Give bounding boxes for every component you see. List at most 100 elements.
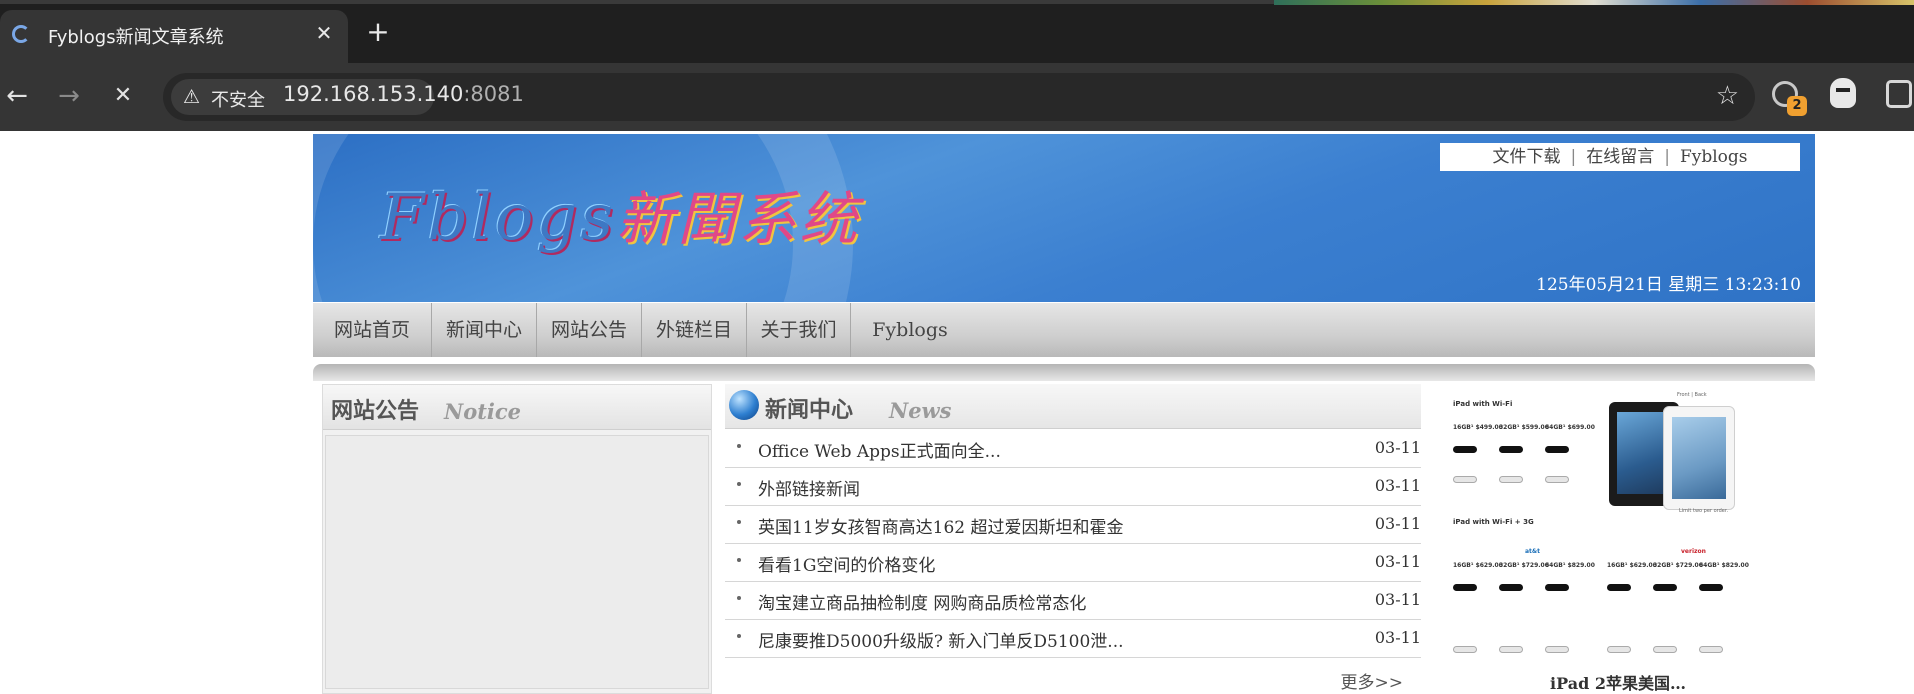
- ad-price: 32GB¹ $729.00: [1499, 562, 1549, 569]
- ad-select-button: [1653, 584, 1677, 591]
- news-item[interactable]: 尼康要推D5000升级版? 新入门单反D5100泄... 03-11: [725, 620, 1421, 658]
- main-navigation: 网站首页 新闻中心 网站公告 外链栏目 关于我们 Fyblogs: [313, 303, 1815, 357]
- security-label: 不安全: [211, 90, 265, 111]
- ad-select-button: [1699, 646, 1723, 653]
- back-arrow-icon[interactable]: ←: [0, 79, 34, 113]
- nav-item-fyblogs[interactable]: Fyblogs: [851, 303, 969, 357]
- nav-item-news[interactable]: 新闻中心: [432, 303, 537, 357]
- ad-price: 16GB¹ $629.00: [1453, 562, 1503, 569]
- news-item-date: 03-11: [1374, 438, 1421, 457]
- ad-select-button: [1653, 646, 1677, 653]
- news-item-title[interactable]: 尼康要推D5000升级版? 新入门单反D5100泄...: [758, 627, 1124, 652]
- desktop-wallpaper-strip: [1274, 0, 1914, 5]
- ad-select-button: [1453, 476, 1477, 483]
- browser-tab[interactable]: Fyblogs新闻文章系统 ✕: [0, 10, 348, 63]
- top-link-separator: |: [1664, 147, 1670, 167]
- browser-toolbar: ← → ✕ ⚠ 不安全 192.168.153.140:8081 ☆ 2: [0, 63, 1914, 131]
- ad-select-button: [1545, 476, 1569, 483]
- news-item-title[interactable]: 英国11岁女孩智商高达162 超过爱因斯坦和霍金: [758, 513, 1123, 538]
- ad-select-button: [1545, 646, 1569, 653]
- puzzle-icon[interactable]: [1886, 80, 1912, 108]
- bullet-icon: [737, 596, 741, 600]
- news-item-date: 03-11: [1374, 552, 1421, 571]
- news-item-date: 03-11: [1374, 628, 1421, 647]
- tab-close-icon[interactable]: ✕: [310, 18, 338, 48]
- ad-carrier-att: at&t: [1525, 548, 1541, 555]
- bullet-icon: [737, 444, 741, 448]
- bullet-icon: [737, 634, 741, 638]
- ad-price: 16GB¹ $629.00: [1607, 562, 1657, 569]
- notice-scroll-area[interactable]: [325, 435, 709, 689]
- warning-icon: ⚠: [183, 86, 201, 108]
- nav-item-home[interactable]: 网站首页: [313, 303, 432, 357]
- nav-item-links[interactable]: 外链栏目: [642, 303, 747, 357]
- news-item[interactable]: Office Web Apps正式面向全... 03-11: [725, 430, 1421, 468]
- ad-select-button: [1499, 446, 1523, 453]
- ad-price: 32GB¹ $729.00: [1653, 562, 1703, 569]
- address-bar[interactable]: ⚠ 不安全 192.168.153.140:8081 ☆: [163, 73, 1755, 121]
- stop-icon[interactable]: ✕: [106, 79, 140, 113]
- ad-price: 64GB¹ $699.00: [1545, 424, 1595, 431]
- loading-spinner-icon: [12, 25, 30, 43]
- news-item-date: 03-11: [1374, 590, 1421, 609]
- logo-latin: Fblogs: [380, 181, 617, 255]
- top-link-separator: |: [1570, 147, 1577, 167]
- news-item-date: 03-11: [1374, 476, 1421, 495]
- ad-select-button: [1699, 584, 1723, 591]
- site-banner: Fblogs新聞系统 文件下载 | 在线留言 | Fyblogs 125年05月21日 …: [313, 134, 1815, 302]
- notice-title-en: Notice: [444, 399, 522, 424]
- notice-title: 网站公告: [331, 398, 420, 424]
- ad-select-button: [1453, 446, 1477, 453]
- url-port: :8081: [463, 82, 524, 106]
- ad-front-back: Front | Back: [1677, 392, 1707, 398]
- web-page: Fblogs新聞系统 文件下载 | 在线留言 | Fyblogs 125年05月21日 …: [313, 134, 1815, 694]
- news-more-link[interactable]: 更多>>: [1341, 668, 1404, 693]
- browser-tab-strip: Fyblogs新闻文章系统 ✕ +: [0, 0, 1914, 63]
- ad-caption[interactable]: iPad 2苹果美国…: [1421, 670, 1815, 694]
- forward-arrow-icon[interactable]: →: [52, 79, 86, 113]
- top-link-downloads[interactable]: 文件下载: [1492, 147, 1560, 167]
- ad-select-button: [1545, 446, 1569, 453]
- news-item-title[interactable]: Office Web Apps正式面向全...: [758, 437, 1001, 462]
- news-item[interactable]: 淘宝建立商品抽检制度 网购商品质检常态化 03-11: [725, 582, 1421, 620]
- ad-select-button: [1499, 646, 1523, 653]
- ad-price: 16GB¹ $499.00: [1453, 424, 1503, 431]
- ad-select-button: [1453, 584, 1477, 591]
- ad-carrier-verizon: verizon: [1681, 548, 1706, 555]
- ad-select-button: [1545, 584, 1569, 591]
- nav-item-about[interactable]: 关于我们: [747, 303, 851, 357]
- ad-select-button: [1499, 476, 1523, 483]
- ad-select-button: [1499, 584, 1523, 591]
- ad-price: 64GB¹ $829.00: [1699, 562, 1749, 569]
- news-item-title[interactable]: 淘宝建立商品抽检制度 网购商品质检常态化: [758, 589, 1086, 614]
- mask-icon[interactable]: [1830, 78, 1856, 108]
- tab-title: Fyblogs新闻文章系统: [48, 27, 224, 48]
- extension-icon[interactable]: 2: [1772, 81, 1807, 116]
- news-item[interactable]: 外部链接新闻 03-11: [725, 468, 1421, 506]
- new-tab-plus-icon[interactable]: +: [362, 16, 394, 48]
- ad-price: 32GB¹ $599.00: [1499, 424, 1549, 431]
- ad-wifi-header: iPad with Wi-Fi: [1453, 400, 1513, 408]
- ad-limit-note: Limit two per order.: [1679, 508, 1729, 514]
- url-text[interactable]: 192.168.153.140:8081: [283, 82, 524, 106]
- news-item[interactable]: 看看1G空间的价格变化 03-11: [725, 544, 1421, 582]
- bookmark-star-icon[interactable]: ☆: [1716, 81, 1739, 111]
- news-title-en: News: [889, 398, 952, 423]
- ad-panel: iPad with Wi-Fi Front | Back 16GB¹ $499.…: [1421, 384, 1815, 694]
- top-link-fyblogs[interactable]: Fyblogs: [1680, 147, 1748, 167]
- ad-wifi3g-header: iPad with Wi-Fi + 3G: [1453, 518, 1534, 526]
- bullet-icon: [737, 482, 741, 486]
- ipad-ad-image[interactable]: iPad with Wi-Fi Front | Back 16GB¹ $499.…: [1441, 384, 1803, 660]
- ad-select-button: [1607, 646, 1631, 653]
- top-link-guestbook[interactable]: 在线留言: [1586, 147, 1654, 167]
- news-item-title[interactable]: 看看1G空间的价格变化: [758, 551, 935, 576]
- globe-icon: [729, 390, 759, 420]
- news-panel-header: 新闻中心 News: [725, 384, 1421, 429]
- extension-badge: 2: [1787, 96, 1807, 116]
- news-item[interactable]: 英国11岁女孩智商高达162 超过爱因斯坦和霍金 03-11: [725, 506, 1421, 544]
- nav-item-notices[interactable]: 网站公告: [537, 303, 642, 357]
- news-list: Office Web Apps正式面向全... 03-11 外部链接新闻 03-11…: [725, 430, 1421, 658]
- notice-panel: 网站公告 Notice: [322, 384, 712, 694]
- site-logo[interactable]: Fblogs新聞系统: [380, 172, 860, 256]
- news-item-title[interactable]: 外部链接新闻: [758, 475, 860, 500]
